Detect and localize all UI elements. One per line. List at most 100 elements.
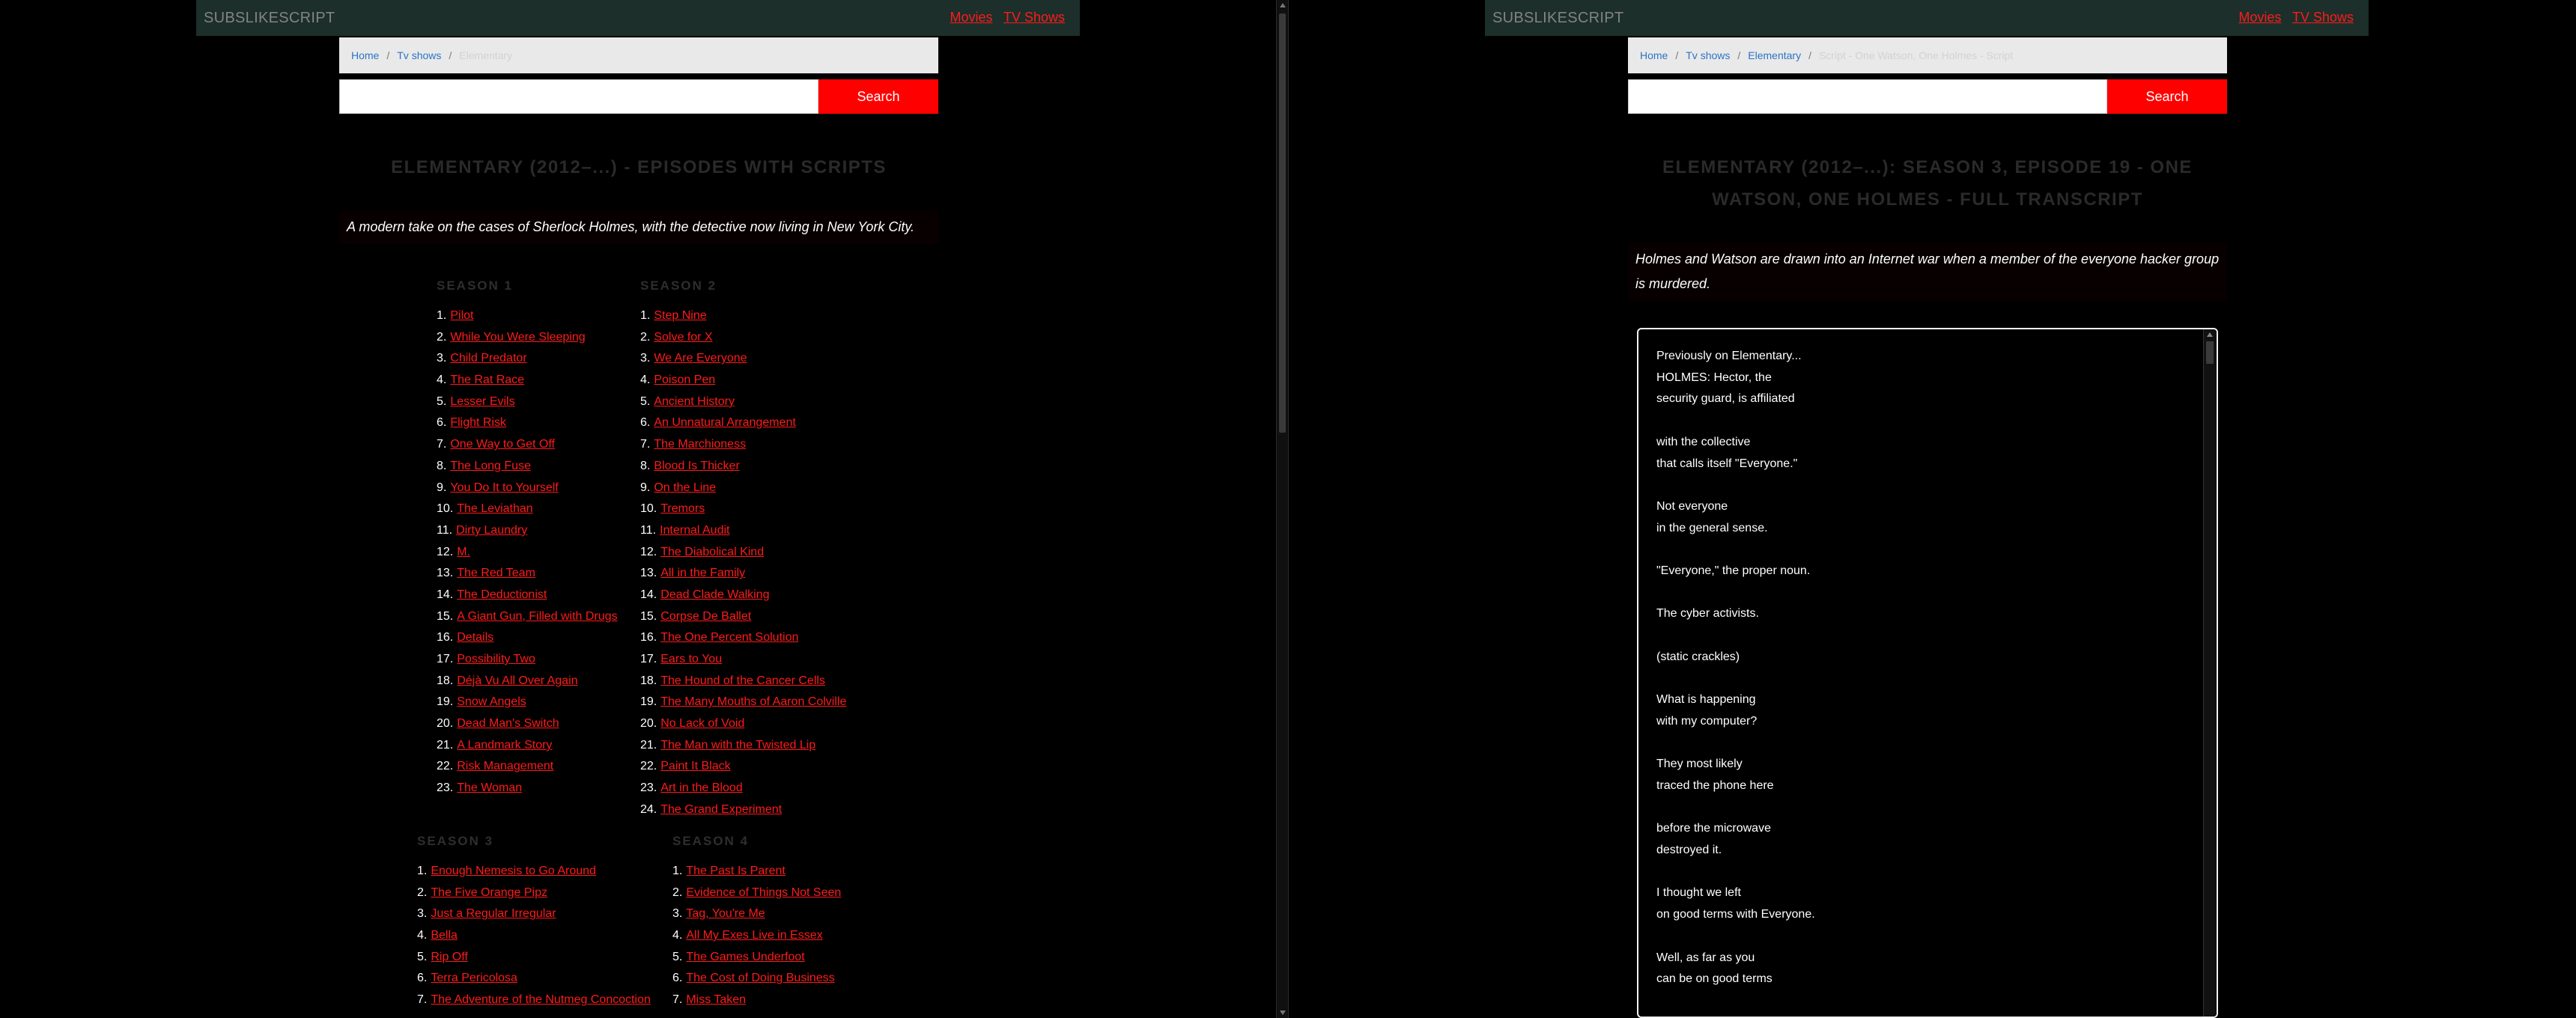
transcript-box[interactable]: Previously on Elementary... HOLMES: Hecto… — [1637, 328, 2218, 1018]
episode-link[interactable]: Details — [457, 631, 493, 644]
transcript-line — [1656, 475, 2187, 496]
episode-link[interactable]: Déjà Vu All Over Again — [457, 674, 577, 687]
episode-link[interactable]: Step Nine — [654, 309, 706, 322]
episode-link[interactable]: Art in the Blood — [660, 781, 742, 794]
nav-movies-link[interactable]: Movies — [950, 10, 993, 25]
episode-link[interactable]: An Unnatural Arrangement — [654, 416, 795, 429]
episode-link[interactable]: All My Exes Live in Essex — [686, 929, 822, 942]
search-input[interactable] — [1628, 79, 2107, 114]
episode-item: 12. M. — [437, 542, 618, 564]
episode-number: 14. — [437, 588, 454, 601]
nav-tv-shows-link[interactable]: TV Shows — [1003, 10, 1065, 25]
episode-number: 8. — [640, 459, 651, 472]
episode-link[interactable]: Snow Angels — [457, 695, 526, 708]
episode-link[interactable]: A Giant Gun, Filled with Drugs — [457, 610, 617, 623]
transcript-scrollbar[interactable] — [2203, 329, 2217, 1017]
breadcrumb-tv-shows[interactable]: Tv shows — [1686, 49, 1730, 61]
episode-link[interactable]: Dead Man's Switch — [457, 717, 559, 730]
episode-link[interactable]: The Grand Experiment — [660, 803, 782, 816]
scroll-down-arrow-icon[interactable] — [1280, 1011, 1286, 1015]
episode-link[interactable]: Dirty Laundry — [456, 524, 527, 537]
breadcrumb-home[interactable]: Home — [351, 49, 379, 61]
episode-link[interactable]: The Adventure of the Nutmeg Concoction — [431, 993, 651, 1006]
episode-link[interactable]: No Lack of Void — [660, 717, 744, 730]
transcript-line — [1656, 410, 2187, 432]
pane-scrollbar[interactable] — [1276, 0, 1289, 1018]
episode-link[interactable]: Paint It Black — [660, 760, 730, 772]
episode-link[interactable]: Bella — [431, 929, 458, 942]
breadcrumb-tv-shows[interactable]: Tv shows — [397, 49, 441, 61]
nav-tv-shows-link[interactable]: TV Shows — [2292, 10, 2354, 25]
scroll-up-arrow-icon[interactable] — [2207, 332, 2213, 337]
episode-link[interactable]: Evidence of Things Not Seen — [686, 886, 841, 899]
episode-link[interactable]: The Man with the Twisted Lip — [660, 739, 815, 752]
episode-link[interactable]: The Deductionist — [457, 588, 547, 601]
episode-link[interactable]: Tremors — [660, 502, 705, 515]
episode-link[interactable]: Tag, You're Me — [686, 907, 765, 920]
episode-link[interactable]: We Are Everyone — [654, 352, 747, 365]
episode-link[interactable]: A Landmark Story — [457, 739, 552, 752]
episode-link[interactable]: Miss Taken — [686, 993, 746, 1006]
episode-link[interactable]: Ears to You — [660, 653, 722, 665]
episode-link[interactable]: Poison Pen — [654, 374, 715, 386]
episode-link[interactable]: The Many Mouths of Aaron Colville — [660, 695, 846, 708]
episode-link[interactable]: You Do It to Yourself — [450, 481, 558, 494]
transcript-line: before the microwave — [1656, 822, 1771, 835]
episode-link[interactable]: One Way to Get Off — [450, 438, 555, 451]
episode-item: 17. Ears to You — [640, 649, 846, 671]
episode-link[interactable]: Child Predator — [450, 352, 526, 365]
episode-item: 19. Snow Angels — [437, 692, 618, 713]
episode-link[interactable]: Pilot — [450, 309, 473, 322]
episode-link[interactable]: The Games Underfoot — [686, 951, 804, 963]
episode-link[interactable]: The Marchioness — [654, 438, 746, 451]
nav-movies-link[interactable]: Movies — [2239, 10, 2282, 25]
episode-link[interactable]: The Long Fuse — [450, 460, 531, 472]
episode-link[interactable]: Solve for X — [654, 331, 712, 344]
episode-item: 6. Flight Risk — [437, 412, 618, 434]
site-brand[interactable]: SUBSLIKESCRIPT — [1492, 10, 1623, 27]
episode-link[interactable]: Flight Risk — [450, 416, 506, 429]
episode-link[interactable]: The Red Team — [457, 567, 535, 579]
episode-link[interactable]: The Rat Race — [450, 374, 524, 386]
breadcrumb-home[interactable]: Home — [1640, 49, 1668, 61]
scrollbar-thumb[interactable] — [1279, 13, 1286, 433]
breadcrumb-show[interactable]: Elementary — [1748, 49, 1801, 61]
episode-link[interactable]: The Woman — [457, 781, 522, 794]
episode-link[interactable]: On the Line — [654, 481, 716, 494]
search-button[interactable]: Search — [818, 79, 938, 114]
episode-item: 7. The Marchioness — [640, 434, 846, 456]
scroll-up-arrow-icon[interactable] — [1280, 3, 1286, 7]
episode-item: 19. The Many Mouths of Aaron Colville — [640, 692, 846, 713]
episode-link[interactable]: Corpse De Ballet — [660, 610, 751, 623]
episode-link[interactable]: Enough Nemesis to Go Around — [431, 865, 596, 877]
season-heading: SEASON 3 — [417, 834, 493, 848]
episode-link[interactable]: The One Percent Solution — [660, 631, 798, 644]
scrollbar-thumb[interactable] — [2206, 341, 2214, 364]
episode-link[interactable]: Possibility Two — [457, 653, 535, 665]
search-input[interactable] — [339, 79, 818, 114]
episode-link[interactable]: Internal Audit — [660, 524, 729, 537]
episode-link[interactable]: Lesser Evils — [450, 395, 514, 408]
episode-link[interactable]: Ancient History — [654, 395, 735, 408]
episode-link[interactable]: All in the Family — [660, 567, 745, 579]
episode-link[interactable]: Terra Pericolosa — [431, 972, 517, 984]
episode-link[interactable]: The Cost of Doing Business — [686, 972, 834, 984]
transcript-line: HOLMES: Hector, the — [1656, 371, 1772, 384]
transcript-line: on good terms with Everyone. — [1656, 908, 1815, 921]
episode-item: 1. Enough Nemesis to Go Around — [417, 861, 651, 883]
episode-link[interactable]: Dead Clade Walking — [660, 588, 769, 601]
episode-link[interactable]: Just a Regular Irregular — [431, 907, 556, 920]
episode-link[interactable]: Blood Is Thicker — [654, 460, 739, 472]
episode-link[interactable]: While You Were Sleeping — [450, 331, 585, 344]
episode-number: 12. — [640, 545, 657, 558]
episode-link[interactable]: Risk Management — [457, 760, 553, 772]
episode-link[interactable]: The Hound of the Cancer Cells — [660, 674, 825, 687]
episode-link[interactable]: The Diabolical Kind — [660, 546, 764, 558]
episode-link[interactable]: M. — [457, 546, 470, 558]
search-button[interactable]: Search — [2107, 79, 2227, 114]
site-brand[interactable]: SUBSLIKESCRIPT — [204, 10, 335, 27]
episode-link[interactable]: The Five Orange Pipz — [431, 886, 547, 899]
episode-link[interactable]: The Past Is Parent — [686, 865, 786, 877]
episode-link[interactable]: The Leviathan — [457, 502, 532, 515]
episode-link[interactable]: Rip Off — [431, 951, 468, 963]
